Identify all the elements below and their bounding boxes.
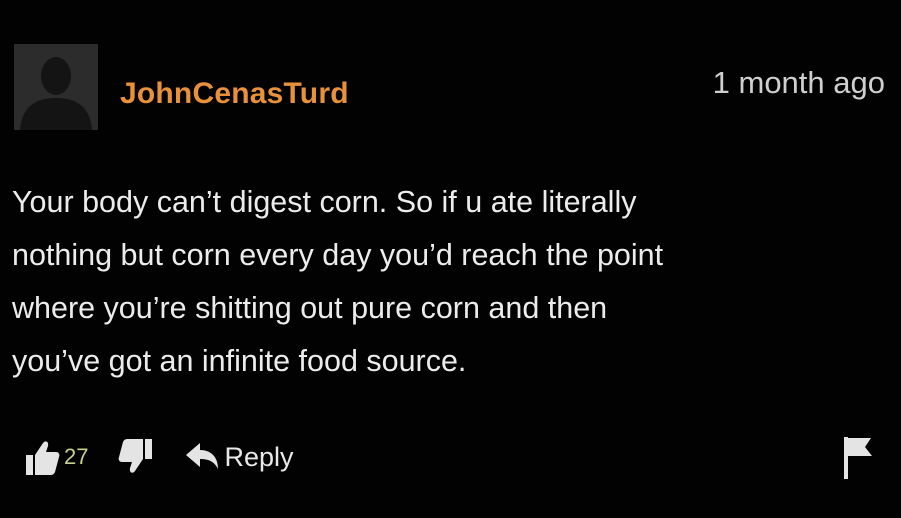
comment-line: where you’re shitting out pure corn and … <box>12 291 608 325</box>
thumbs-up-icon <box>26 441 60 475</box>
reply-label: Reply <box>224 441 294 472</box>
comment-actions: 27 Reply <box>22 432 294 482</box>
flag-icon <box>844 437 872 479</box>
like-count: 27 <box>64 444 89 469</box>
comment-line: Your body can’t digest corn. So if u ate… <box>12 185 637 219</box>
flag-button[interactable] <box>841 435 875 484</box>
comment-card: JohnCenasTurd 1 month ago Your body can’… <box>0 0 901 518</box>
dislike-button[interactable] <box>116 437 156 477</box>
user-silhouette-icon <box>14 44 98 130</box>
thumbs-down-icon <box>119 439 153 473</box>
comment-line: nothing but corn every day you’d reach t… <box>12 238 664 272</box>
username-link[interactable]: JohnCenasTurd <box>120 77 349 111</box>
avatar[interactable] <box>14 44 98 130</box>
comment-timestamp: 1 month ago <box>712 65 885 100</box>
comment-line: you’ve got an infinite food source. <box>12 344 467 378</box>
like-button[interactable]: 27 <box>22 437 88 477</box>
reply-button[interactable]: Reply <box>184 441 294 473</box>
reply-arrow-icon <box>186 443 219 469</box>
comment-body: Your body can’t digest corn. So if u ate… <box>12 176 882 388</box>
